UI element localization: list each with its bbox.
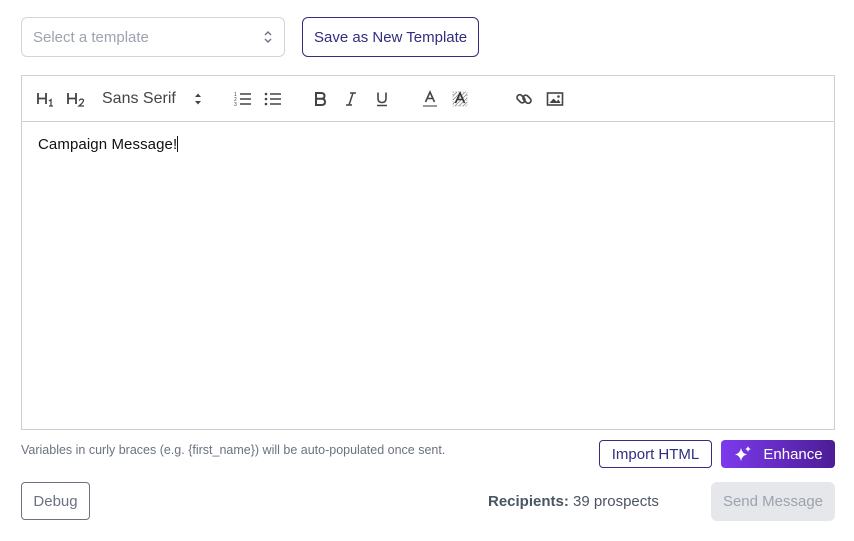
enhance-button[interactable]: Enhance [721,440,835,468]
font-family-label: Sans Serif [102,90,176,107]
bullet-list-icon[interactable] [264,89,282,109]
send-message-button[interactable]: Send Message [711,482,835,521]
link-icon[interactable] [515,89,533,109]
svg-text:3: 3 [234,102,237,107]
editor-toolbar: Sans Serif 1 2 3 [22,76,834,122]
recipients-summary: Recipients: 39 prospects [488,493,659,510]
text-color-icon[interactable] [421,89,439,109]
save-as-new-template-button[interactable]: Save as New Template [302,17,480,57]
font-picker-chevron-icon [195,93,201,105]
heading-1-icon[interactable] [36,89,56,109]
template-select[interactable]: Select a template [21,17,285,57]
import-html-button[interactable]: Import HTML [599,440,712,468]
debug-button[interactable]: Debug [21,482,90,520]
recipients-label: Recipients: [488,493,569,510]
text-caret [177,136,179,152]
underline-icon[interactable] [374,89,390,109]
font-family-picker[interactable]: Sans Serif [102,89,202,109]
editor-text: Campaign Message! [38,136,178,153]
italic-icon[interactable] [343,89,359,109]
ordered-list-icon[interactable]: 1 2 3 [234,89,252,109]
rich-text-editor: Sans Serif 1 2 3 Campaign Message! [21,75,835,430]
sparkle-icon [735,446,752,461]
template-select-placeholder: Select a template [33,28,149,46]
bold-icon[interactable] [312,89,328,109]
heading-2-icon[interactable] [66,89,88,109]
image-icon[interactable] [546,89,564,109]
editor-content[interactable]: Campaign Message! [22,122,834,167]
chevron-updown-icon [264,31,272,43]
enhance-button-label: Enhance [763,445,823,463]
background-color-icon[interactable] [451,89,469,109]
variables-hint: Variables in curly braces (e.g. {first_n… [21,443,446,457]
recipients-count: 39 prospects [573,493,659,510]
